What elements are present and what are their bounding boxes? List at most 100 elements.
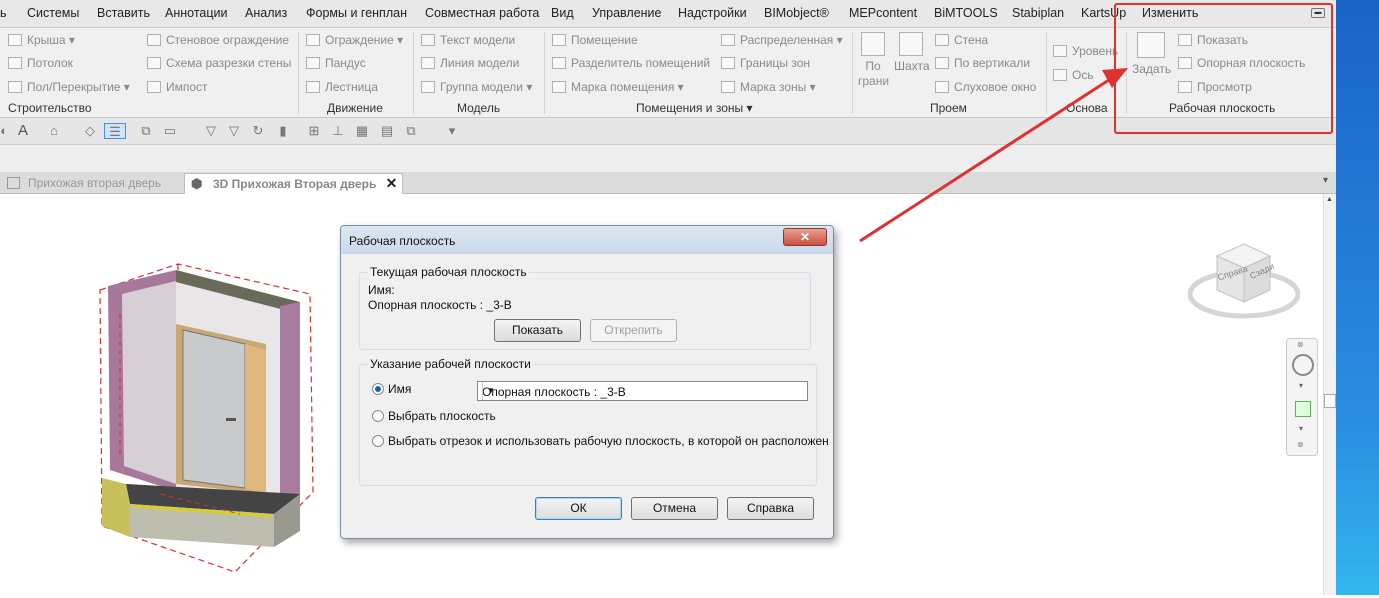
ceiling-icon	[8, 57, 22, 69]
radio-pick-plane[interactable]	[372, 410, 384, 422]
wheel-dropdown-icon[interactable]: ▾	[1299, 381, 1303, 390]
dimension-icon[interactable]: ⊥	[330, 123, 346, 139]
sync-icon[interactable]: ↻	[250, 123, 266, 139]
panel-separator	[413, 32, 414, 114]
tab-menu-icon[interactable]: ▾	[1323, 175, 1328, 186]
menu-item-massing[interactable]: Формы и генплан	[306, 6, 407, 20]
workplane-name-select[interactable]: Опорная плоскость : _3-В ▼	[477, 381, 808, 401]
help-button[interactable]: Справка	[727, 497, 814, 520]
roof-button[interactable]: Крыша ▾	[8, 33, 75, 47]
scroll-thumb[interactable]	[1324, 394, 1336, 408]
by-face-icon	[861, 32, 885, 56]
chevron-down-icon: ▼	[482, 382, 499, 400]
desktop-background	[1336, 0, 1379, 595]
model-group-icon	[421, 81, 435, 93]
close-tab-icon[interactable]: ✕	[386, 175, 398, 192]
filter-select-icon[interactable]: ▽	[226, 123, 242, 139]
navbar-options-icon[interactable]: ⊗	[1297, 440, 1304, 449]
stair-button[interactable]: Лестница	[306, 80, 378, 94]
workplane-dialog: Рабочая плоскость ✕ Текущая рабочая плос…	[340, 225, 834, 539]
menu-item-stabiplan[interactable]: Stabiplan	[1012, 6, 1064, 20]
panel-title-rooms[interactable]: Помещения и зоны ▾	[636, 101, 753, 115]
panel-separator	[544, 32, 545, 114]
room-button[interactable]: Помещение	[552, 33, 638, 47]
level-button[interactable]: Уровень	[1053, 44, 1118, 58]
room-separator-button[interactable]: Разделитель помещений	[552, 56, 710, 70]
area-icon	[721, 34, 735, 46]
mullion-button[interactable]: Импост	[147, 80, 208, 94]
close-hidden-icon[interactable]: ⧉	[138, 123, 154, 139]
zoom-region-icon[interactable]	[1295, 401, 1311, 417]
roof-icon	[8, 34, 22, 46]
area-boundary-icon	[721, 57, 735, 69]
model-group-button[interactable]: Группа модели ▾	[421, 80, 532, 94]
menu-item-view[interactable]: Вид	[551, 6, 574, 20]
3d-view-icon: ⬢	[191, 176, 203, 191]
text-icon[interactable]: A	[15, 123, 31, 139]
cancel-button[interactable]: Отмена	[631, 497, 718, 520]
steering-wheel-icon[interactable]	[1292, 354, 1314, 376]
curtain-grid-button[interactable]: Схема разрезки стены	[147, 56, 291, 70]
customize-toolbar-icon[interactable]: ▾	[444, 123, 460, 139]
menu-item-annotations[interactable]: Аннотации	[165, 6, 227, 20]
schedule-icon[interactable]: ▤	[379, 123, 395, 139]
floor-button[interactable]: Пол/Перекрытие ▾	[8, 80, 130, 94]
menu-item-analysis[interactable]: Анализ	[245, 6, 287, 20]
menu-item-systems[interactable]: Системы	[27, 6, 79, 20]
curtain-grid-icon	[147, 57, 161, 69]
area-button[interactable]: Распределенная ▾	[721, 33, 843, 47]
room-tag-button[interactable]: Марка помещения ▾	[552, 80, 684, 94]
ramp-button[interactable]: Пандус	[306, 56, 366, 70]
menu-item-addins[interactable]: Надстройки	[678, 6, 747, 20]
radio-name[interactable]	[372, 383, 384, 395]
room-separator-icon	[552, 57, 566, 69]
area-boundary-button[interactable]: Границы зон	[721, 56, 810, 70]
floor-plan-icon	[7, 177, 20, 189]
tab-3d-view[interactable]: ⬢ 3D Прихожая Вторая дверь ✕	[184, 173, 404, 194]
dialog-title: Рабочая плоскость	[349, 234, 456, 248]
detail-icon[interactable]: ▦	[354, 123, 370, 139]
tab-floor-plan[interactable]: Прихожая вторая дверь	[0, 173, 169, 194]
menu-item-bimobject[interactable]: BIMobject®	[764, 6, 829, 20]
menu-item-mepcontent[interactable]: MEPcontent	[849, 6, 917, 20]
thin-lines-icon[interactable]: ☰	[104, 123, 126, 139]
menu-item-partial[interactable]: ь	[0, 6, 7, 20]
menu-item-insert[interactable]: Вставить	[97, 6, 150, 20]
shaft-icon	[899, 32, 923, 56]
ramp-icon	[306, 57, 320, 69]
model-line-icon	[421, 57, 435, 69]
scroll-up-icon[interactable]: ▲	[1326, 196, 1333, 203]
model-line-button[interactable]: Линия модели	[421, 56, 519, 70]
menu-item-manage[interactable]: Управление	[592, 6, 662, 20]
show-button[interactable]: Показать	[494, 319, 581, 342]
detach-button[interactable]: Открепить	[590, 319, 677, 342]
radio-pick-line[interactable]	[372, 435, 384, 447]
close-icon[interactable]: ✕	[783, 228, 827, 246]
default-3d-view-icon[interactable]: ⌂	[46, 123, 62, 139]
wall-opening-button[interactable]: Стена	[935, 33, 988, 47]
floor-icon	[8, 81, 22, 93]
wall-opening-icon	[935, 34, 949, 46]
railing-button[interactable]: Ограждение ▾	[306, 33, 403, 47]
specify-workplane-legend: Указание рабочей плоскости	[368, 357, 533, 371]
canvas-scrollbar[interactable]: ▲	[1323, 194, 1336, 595]
curtain-system-button[interactable]: Стеновое ограждение	[147, 33, 289, 47]
tag-icon[interactable]: ⊞	[306, 123, 322, 139]
pin-icon[interactable]: ◐	[0, 123, 12, 139]
zoom-dropdown-icon[interactable]: ▾	[1299, 424, 1303, 433]
model-text-button[interactable]: Текст модели	[421, 33, 515, 47]
current-workplane-legend: Текущая рабочая плоскость	[368, 265, 529, 279]
switch-windows-icon[interactable]: ▭	[162, 123, 178, 139]
specify-workplane-group: Указание рабочей плоскости Имя Опорная п…	[359, 357, 829, 486]
area-tag-button[interactable]: Марка зоны ▾	[721, 80, 816, 94]
menu-item-collaborate[interactable]: Совместная работа	[425, 6, 539, 20]
ceiling-button[interactable]: Потолок	[8, 56, 73, 70]
section-icon[interactable]: ◇	[82, 123, 98, 139]
menu-item-bimtools[interactable]: BiMTOOLS	[934, 6, 998, 20]
view-cube[interactable]: Справа Сзади	[1187, 236, 1301, 321]
filter-icon[interactable]: ▽	[203, 123, 219, 139]
ok-button[interactable]: ОК	[535, 497, 622, 520]
close-navbar-icon[interactable]: ⊗	[1297, 340, 1304, 349]
switch-view-icon[interactable]: ⧉	[403, 123, 419, 139]
lock-icon[interactable]: ▮	[275, 123, 291, 139]
